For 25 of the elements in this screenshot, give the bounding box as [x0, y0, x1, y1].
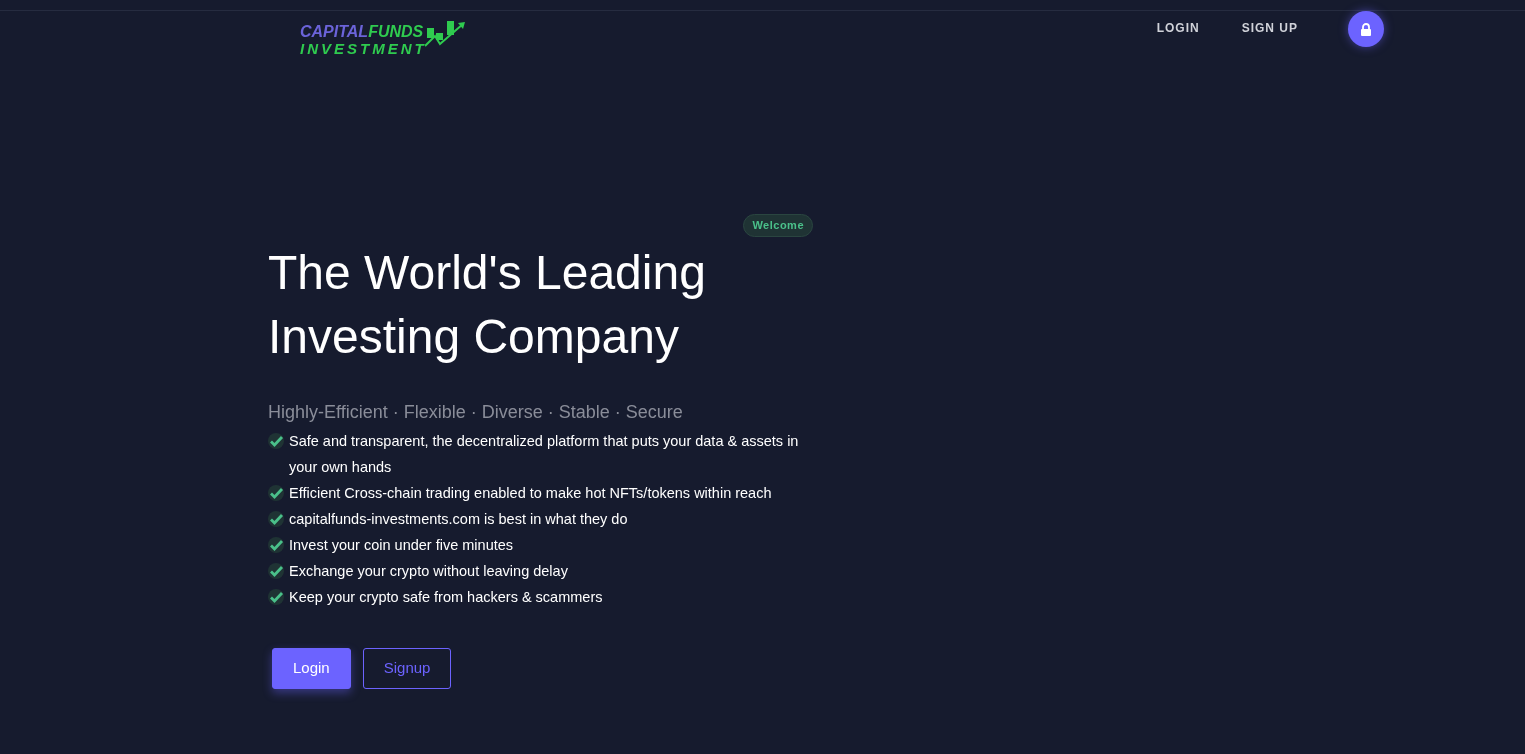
- logo-text: INVESTMENT: [300, 41, 427, 57]
- check-icon: [268, 563, 285, 579]
- welcome-badge: Welcome: [743, 214, 813, 237]
- check-icon: [268, 537, 285, 553]
- nav-link[interactable]: LOGIN: [1156, 19, 1200, 37]
- check-icon: [268, 433, 285, 449]
- lock-icon: [1360, 22, 1372, 36]
- feature-text: Efficient Cross-chain trading enabled to make hot NFTs/tokens within reach: [289, 484, 772, 503]
- hero-title: The World's Leading: [268, 245, 706, 301]
- logo-text: FUNDS: [368, 24, 424, 40]
- check-icon: [268, 511, 285, 527]
- feature-text: capitalfunds-investments.com is best in what they do: [289, 510, 628, 529]
- check-icon: [268, 589, 285, 605]
- login-button[interactable]: Login: [272, 648, 351, 689]
- check-icon: [268, 485, 285, 501]
- nav-link[interactable]: SIGN UP: [1241, 19, 1298, 37]
- lock-button[interactable]: [1348, 11, 1384, 47]
- feature-text: Exchange your crypto without leaving delay: [289, 562, 568, 581]
- feature-text: Keep your crypto safe from hackers & scammers: [289, 588, 603, 607]
- signup-button[interactable]: Signup: [362, 648, 452, 689]
- feature-text: Safe and transparent, the decentralized platform that puts your data & assets in your own hands: [289, 432, 800, 477]
- logo-text: CAPITAL: [300, 24, 369, 40]
- hero-title: Investing Company: [268, 309, 679, 365]
- tagline: Highly-Efficient · Flexible · Diverse · Stable · Secure: [268, 401, 684, 424]
- feature-text: Invest your coin under five minutes: [289, 536, 514, 555]
